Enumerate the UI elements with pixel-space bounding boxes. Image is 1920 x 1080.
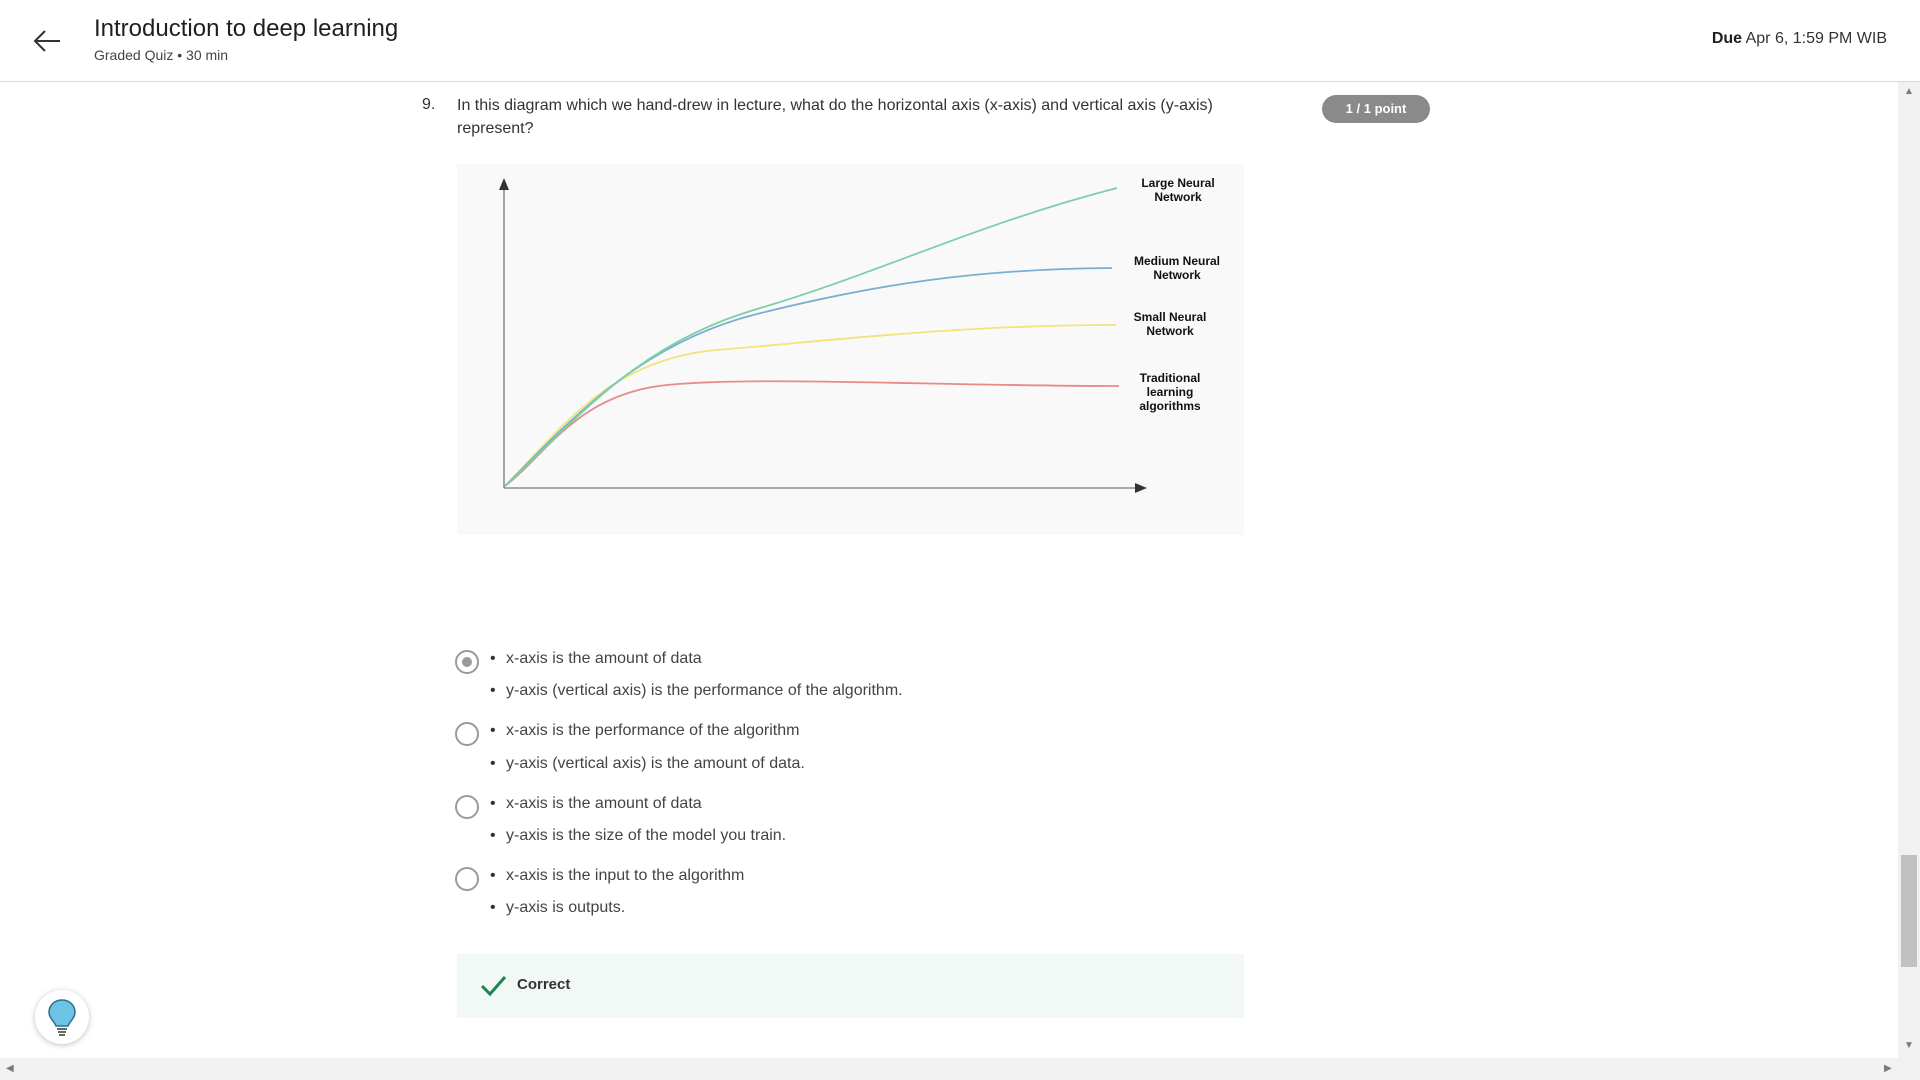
vertical-scroll-thumb[interactable] <box>1901 855 1917 967</box>
page-title: Introduction to deep learning <box>94 15 399 42</box>
due-value: Apr 6, 1:59 PM WIB <box>1745 30 1887 47</box>
scroll-right-icon[interactable]: ▶ <box>1884 1063 1892 1074</box>
scroll-left-icon[interactable]: ◀ <box>6 1063 14 1074</box>
due-date: Due Apr 6, 1:59 PM WIB <box>1712 30 1887 48</box>
radio-button[interactable] <box>455 795 479 819</box>
label-large-network: Large Neural Network <box>1141 176 1215 204</box>
label-traditional-algorithms: Traditional learning algorithms <box>1139 371 1201 413</box>
horizontal-scrollbar[interactable]: ◀ ▶ <box>0 1058 1920 1080</box>
points-badge: 1 / 1 point <box>1322 95 1430 123</box>
option-line: • x-axis is the amount of data <box>490 795 702 812</box>
diagram-drawing <box>499 178 1147 493</box>
checkmark-icon <box>480 976 507 997</box>
label-medium-network: Medium Neural Network <box>1133 254 1220 282</box>
feedback-label: Correct <box>517 976 571 993</box>
vertical-scrollbar[interactable]: ▲ ▼ <box>1898 82 1920 1058</box>
lightbulb-icon <box>48 999 76 1036</box>
scroll-up-icon[interactable]: ▲ <box>1904 86 1914 97</box>
label-small-network: Small Neural Network <box>1133 310 1207 338</box>
question-text: In this diagram which we hand-drew in le… <box>457 97 1213 137</box>
due-label: Due <box>1711 30 1743 47</box>
x-axis-arrowhead <box>1135 483 1147 493</box>
radio-button[interactable] <box>455 722 479 746</box>
scroll-down-icon[interactable]: ▼ <box>1904 1040 1914 1051</box>
radio-button[interactable] <box>455 867 479 891</box>
option-line: • y-axis is outputs. <box>490 899 626 916</box>
option-line: • x-axis is the input to the algorithm <box>490 867 745 884</box>
option-line: • x-axis is the amount of data <box>490 650 702 667</box>
quiz-header: Introduction to deep learning Graded Qui… <box>0 0 1920 82</box>
option-line: • y-axis (vertical axis) is the performan… <box>490 682 903 699</box>
feedback-panel: Correct <box>457 954 1244 1018</box>
arrow-left-icon <box>33 30 60 52</box>
question-number: 9. <box>422 96 436 113</box>
option-line: • y-axis (vertical axis) is the amount of… <box>490 755 805 772</box>
curve-large <box>504 187 1118 487</box>
y-axis-arrowhead <box>499 178 509 190</box>
curve-small <box>504 324 1117 487</box>
radio-button-selected[interactable] <box>455 650 479 674</box>
help-button[interactable] <box>35 990 89 1044</box>
quiz-subtitle: Graded Quiz • 30 min <box>94 47 229 63</box>
learning-curves-diagram: Large Neural Network Medium Neural Netwo… <box>457 164 1244 535</box>
option-line: • x-axis is the performance of the algori… <box>490 722 800 739</box>
back-button[interactable] <box>30 24 64 58</box>
option-line: • y-axis is the size of the model you tra… <box>490 827 787 844</box>
curve-medium <box>504 267 1113 487</box>
